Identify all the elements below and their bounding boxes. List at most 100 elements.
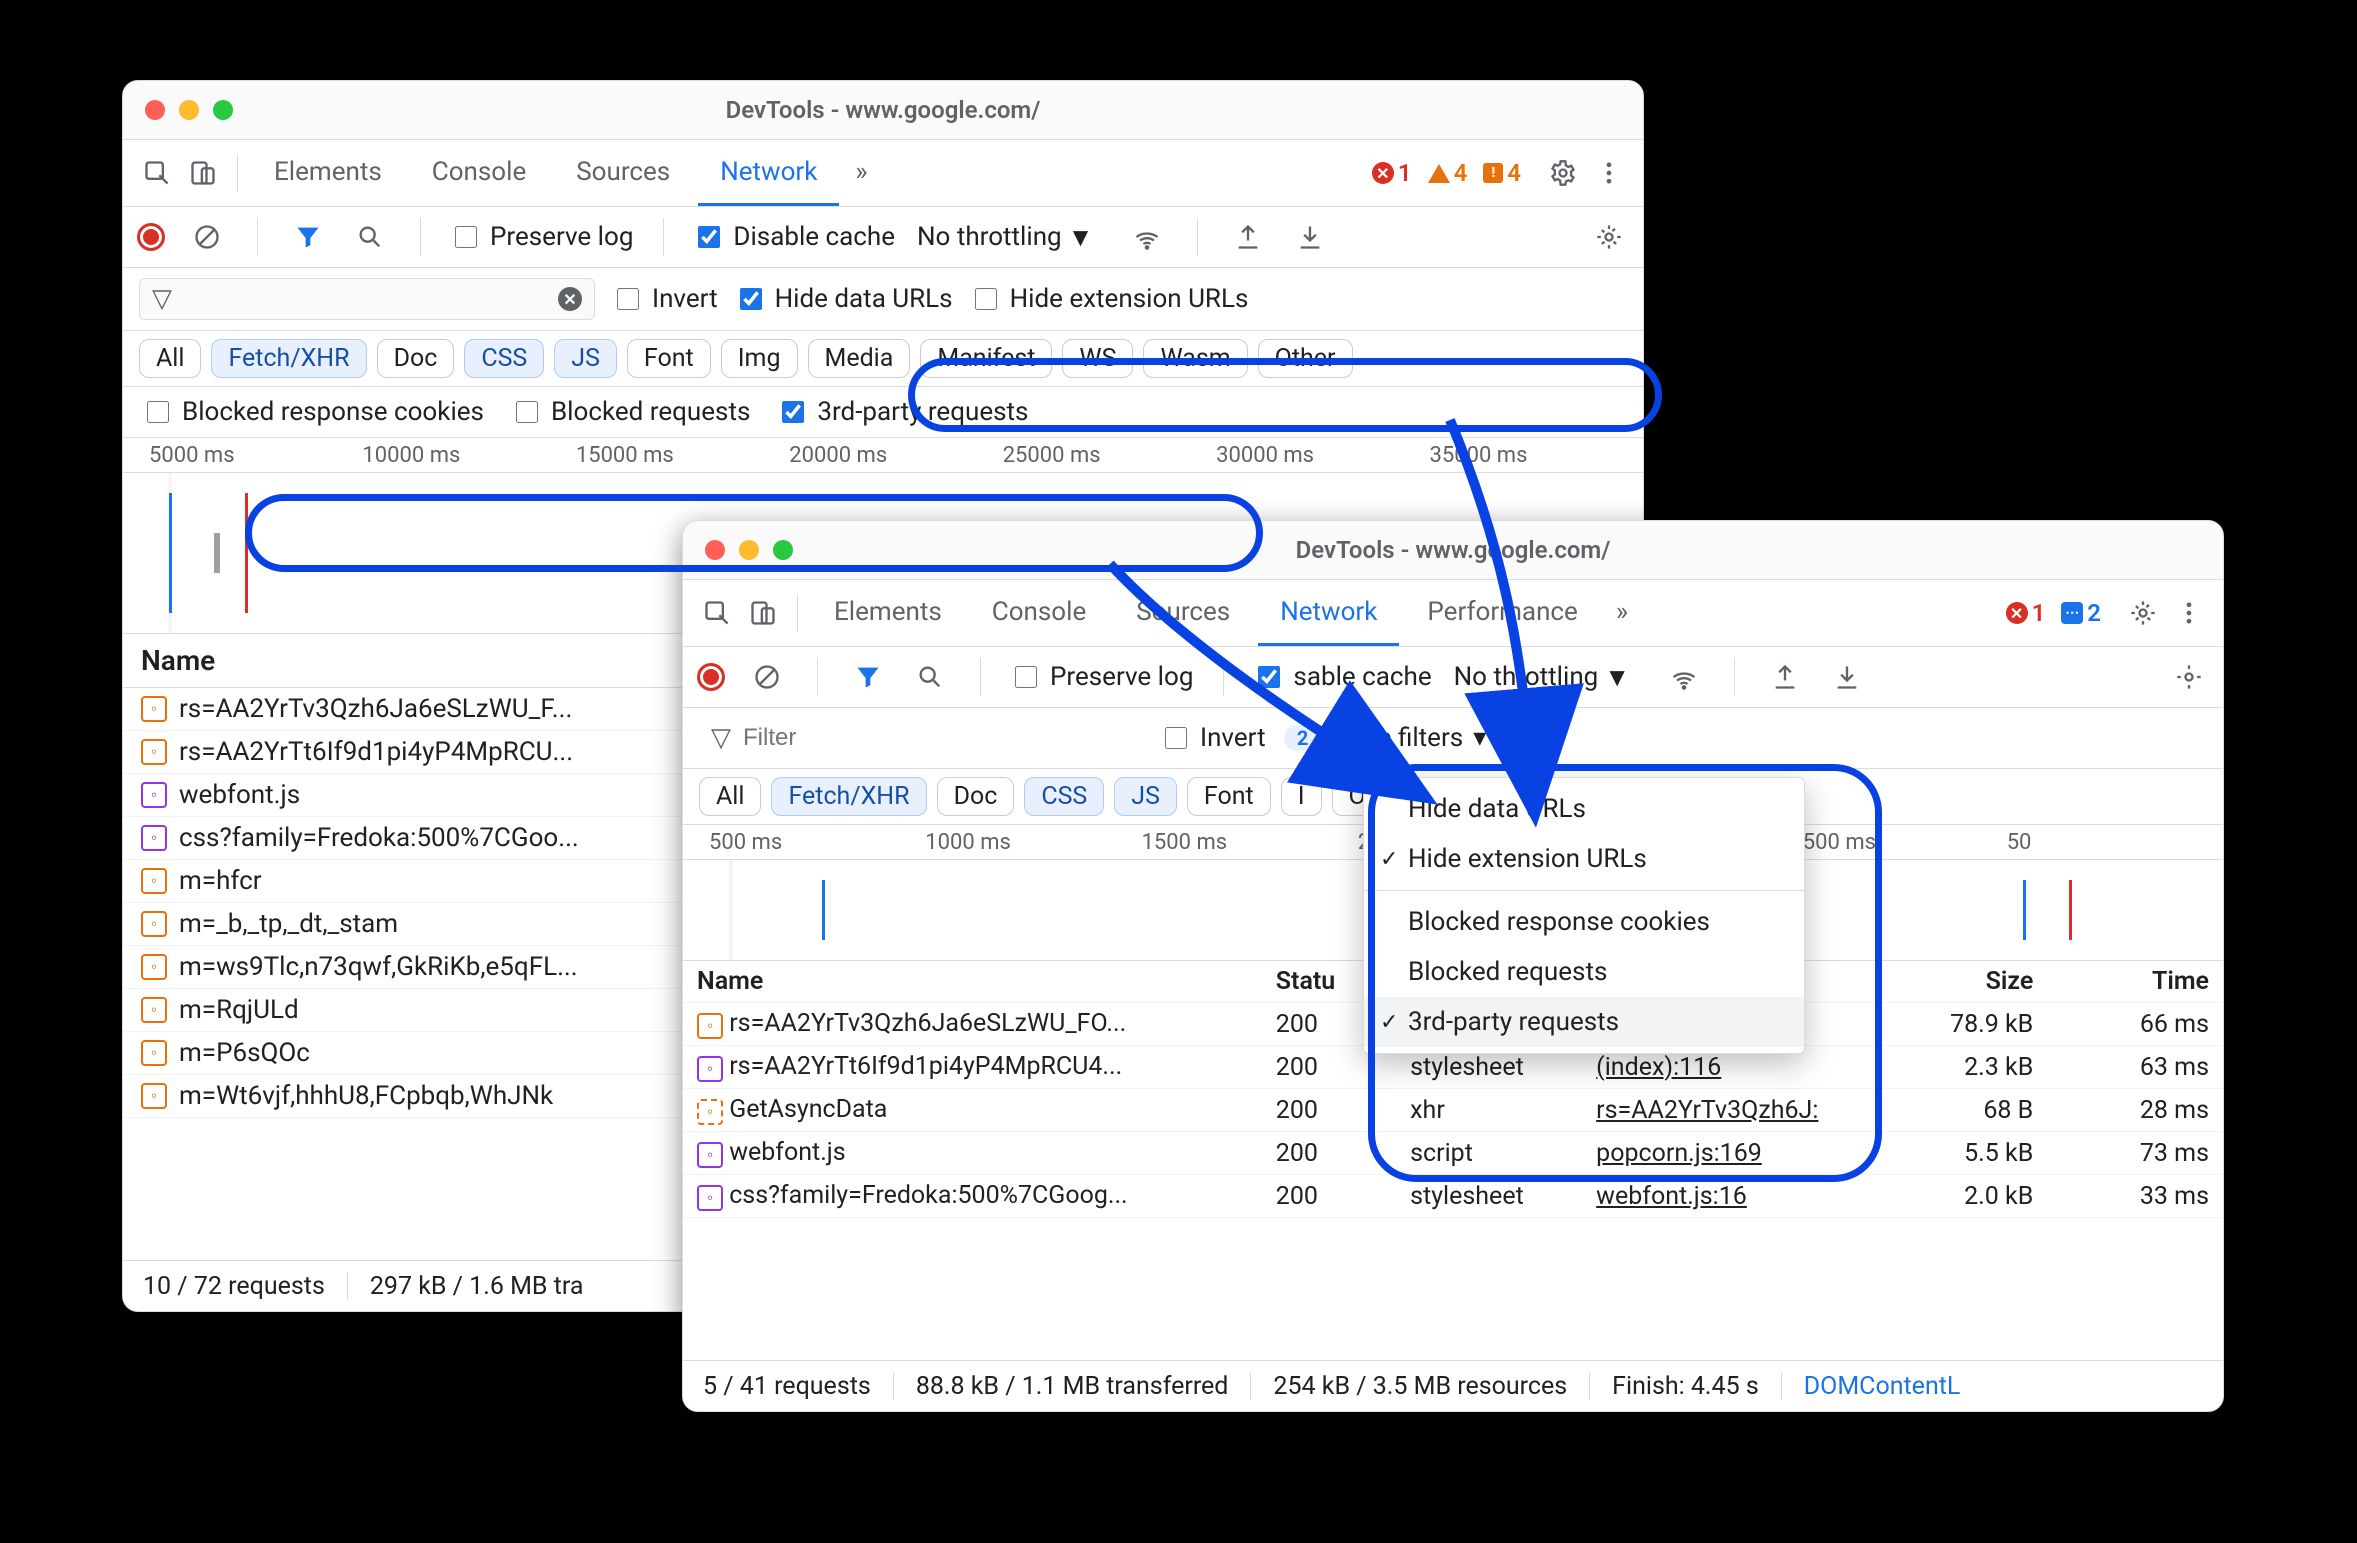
chip-font[interactable]: Font xyxy=(1187,777,1271,816)
info-badge[interactable]: ⋯2 xyxy=(2061,599,2101,627)
search-icon[interactable] xyxy=(910,657,950,697)
download-icon[interactable] xyxy=(1290,217,1330,257)
filter-funnel-icon[interactable] xyxy=(848,657,888,697)
chip-js[interactable]: JS xyxy=(1114,777,1177,816)
table-row[interactable]: ◦ GetAsyncData200xhrrs=AA2YrTv3Qzh6J:68 … xyxy=(683,1089,2223,1132)
tab-performance[interactable]: Performance xyxy=(1405,581,1599,646)
third-party-checkbox[interactable]: 3rd-party requests xyxy=(778,397,1028,427)
column-header[interactable]: Time xyxy=(2047,961,2223,1003)
chip-ws[interactable]: WS xyxy=(1062,339,1133,378)
tab-sources[interactable]: Sources xyxy=(554,141,692,206)
chip-css[interactable]: CSS xyxy=(1024,777,1104,816)
close-icon[interactable] xyxy=(145,100,165,120)
throttling-select[interactable]: No throttling ▼ xyxy=(1454,662,1630,693)
column-header[interactable]: Size xyxy=(1872,961,2048,1003)
tab-console[interactable]: Console xyxy=(410,141,548,206)
chip-img[interactable]: Img xyxy=(721,339,798,378)
device-icon[interactable] xyxy=(183,153,223,193)
table-row[interactable]: ◦ css?family=Fredoka:500%7CGoog...200sty… xyxy=(683,1175,2223,1218)
chip-font[interactable]: Font xyxy=(627,339,711,378)
zoom-icon[interactable] xyxy=(213,100,233,120)
disable-cache-checkbox[interactable]: Disable cache xyxy=(694,222,895,252)
device-icon[interactable] xyxy=(743,593,783,633)
filter-input[interactable]: ▽ ✕ xyxy=(139,278,595,320)
kebab-menu-icon[interactable] xyxy=(2169,593,2209,633)
clear-icon[interactable] xyxy=(747,657,787,697)
chip-doc[interactable]: Doc xyxy=(377,339,455,378)
chip-other[interactable]: Other xyxy=(1258,339,1353,378)
chip-css[interactable]: CSS xyxy=(464,339,544,378)
tab-network[interactable]: Network xyxy=(698,141,839,206)
chip-manifest[interactable]: Manifest xyxy=(920,339,1052,378)
chip-fetch-xhr[interactable]: Fetch/XHR xyxy=(211,339,366,378)
search-icon[interactable] xyxy=(350,217,390,257)
filter-text-input[interactable] xyxy=(182,284,548,314)
chip-all[interactable]: All xyxy=(139,339,201,378)
blocked-cookies-checkbox[interactable]: Blocked response cookies xyxy=(143,397,484,427)
preserve-log-checkbox[interactable]: Preserve log xyxy=(1011,662,1193,692)
settings-gear-icon[interactable] xyxy=(2169,657,2209,697)
table-row[interactable]: ◦ webfont.js200scriptpopcorn.js:1695.5 k… xyxy=(683,1132,2223,1175)
menu-item-hide-extension-urls[interactable]: Hide extension URLs xyxy=(1364,834,1804,884)
minimize-icon[interactable] xyxy=(739,540,759,560)
blocked-requests-checkbox[interactable]: Blocked requests xyxy=(512,397,750,427)
preserve-log-checkbox[interactable]: Preserve log xyxy=(451,222,633,252)
tab-console[interactable]: Console xyxy=(970,581,1108,646)
throttling-select[interactable]: No throttling ▼ xyxy=(917,222,1093,253)
violation-badge[interactable]: !4 xyxy=(1483,159,1521,187)
filter-funnel-icon[interactable] xyxy=(288,217,328,257)
error-badge[interactable]: ✕1 xyxy=(2006,599,2046,627)
record-icon[interactable] xyxy=(137,223,165,251)
chip-doc[interactable]: Doc xyxy=(937,777,1015,816)
initiator-link[interactable]: (index):116 xyxy=(1596,1053,1721,1082)
tab-elements[interactable]: Elements xyxy=(252,141,404,206)
clear-filter-icon[interactable]: ✕ xyxy=(558,287,582,311)
network-conditions-icon[interactable] xyxy=(1127,217,1167,257)
tab-elements[interactable]: Elements xyxy=(812,581,964,646)
menu-item--rd-party-requests[interactable]: 3rd-party requests xyxy=(1364,997,1804,1047)
separator xyxy=(420,218,421,256)
settings-gear-icon[interactable] xyxy=(2123,593,2163,633)
initiator-link[interactable]: rs=AA2YrTv3Qzh6J: xyxy=(1596,1096,1818,1125)
chip-i[interactable]: I xyxy=(1281,777,1322,816)
tabs-overflow[interactable]: » xyxy=(845,141,877,206)
initiator-link[interactable]: webfont.js:16 xyxy=(1596,1182,1747,1211)
clear-icon[interactable] xyxy=(187,217,227,257)
chip-all[interactable]: All xyxy=(699,777,761,816)
column-header[interactable]: Name xyxy=(683,961,1262,1003)
network-conditions-icon[interactable] xyxy=(1664,657,1704,697)
chip-media[interactable]: Media xyxy=(808,339,911,378)
settings-gear-icon[interactable] xyxy=(1589,217,1629,257)
settings-gear-icon[interactable] xyxy=(1543,153,1583,193)
zoom-icon[interactable] xyxy=(773,540,793,560)
hide-extension-urls-checkbox[interactable]: Hide extension URLs xyxy=(971,284,1249,314)
warning-badge[interactable]: 4 xyxy=(1428,159,1468,187)
record-icon[interactable] xyxy=(697,663,725,691)
initiator-link[interactable]: popcorn.js:169 xyxy=(1596,1139,1762,1168)
chip-js[interactable]: JS xyxy=(554,339,617,378)
filter-input[interactable]: ▽ xyxy=(699,718,1143,758)
tabs-overflow[interactable]: » xyxy=(1606,581,1638,646)
filter-text-input[interactable] xyxy=(741,723,1131,753)
chip-wasm[interactable]: Wasm xyxy=(1143,339,1247,378)
inspect-icon[interactable] xyxy=(137,153,177,193)
close-icon[interactable] xyxy=(705,540,725,560)
inspect-icon[interactable] xyxy=(697,593,737,633)
download-icon[interactable] xyxy=(1827,657,1867,697)
disable-cache-checkbox[interactable]: sable cache xyxy=(1254,662,1431,692)
upload-icon[interactable] xyxy=(1765,657,1805,697)
tab-sources[interactable]: Sources xyxy=(1114,581,1252,646)
chip-fetch-xhr[interactable]: Fetch/XHR xyxy=(771,777,926,816)
error-badge[interactable]: ✕1 xyxy=(1372,159,1412,187)
menu-item-blocked-response-cookies[interactable]: Blocked response cookies xyxy=(1364,897,1804,947)
menu-item-hide-data-urls[interactable]: Hide data URLs xyxy=(1364,784,1804,834)
kebab-menu-icon[interactable] xyxy=(1589,153,1629,193)
more-filters-button[interactable]: 2 More filters ▾ xyxy=(1284,723,1487,753)
upload-icon[interactable] xyxy=(1228,217,1268,257)
minimize-icon[interactable] xyxy=(179,100,199,120)
hide-data-urls-checkbox[interactable]: Hide data URLs xyxy=(736,284,953,314)
menu-item-blocked-requests[interactable]: Blocked requests xyxy=(1364,947,1804,997)
tab-network[interactable]: Network xyxy=(1258,581,1399,646)
invert-checkbox[interactable]: Invert xyxy=(1161,723,1266,753)
invert-checkbox[interactable]: Invert xyxy=(613,284,718,314)
